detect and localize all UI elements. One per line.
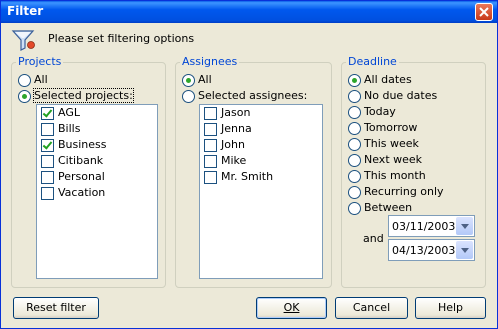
filter-dialog: Filter Please set filtering options Proj… — [0, 0, 498, 329]
radio-label: Tomorrow — [364, 121, 418, 134]
radio-button[interactable] — [182, 74, 195, 87]
radio-label: All — [34, 73, 48, 86]
radio-label: No due dates — [364, 89, 438, 102]
chevron-down-icon[interactable] — [456, 217, 473, 235]
radio-label: Between — [364, 201, 413, 214]
radio-button[interactable] — [348, 122, 361, 135]
projects-legend: Projects — [16, 55, 64, 68]
radio-label: Next week — [364, 153, 423, 166]
deadline-legend: Deadline — [346, 55, 399, 68]
radio-label: Selected projects: — [33, 88, 134, 103]
window-title: Filter — [7, 4, 44, 18]
checkbox[interactable] — [41, 187, 54, 200]
radio-label: All — [198, 73, 212, 86]
checkbox[interactable] — [204, 171, 217, 184]
radio-label: Selected assignees: — [198, 89, 308, 102]
from-date-picker[interactable]: 03/11/2003 — [388, 215, 475, 237]
reset-filter-button[interactable]: Reset filter — [13, 297, 99, 319]
radio-button[interactable] — [182, 90, 195, 103]
item-label: AGL — [58, 106, 80, 119]
item-label: John — [221, 138, 245, 151]
assignees-legend: Assignees — [180, 55, 240, 68]
radio-label: Recurring only — [364, 185, 444, 198]
item-label: Personal — [58, 170, 105, 183]
checkbox[interactable] — [41, 171, 54, 184]
assignees-list[interactable]: Jason Jenna John Mike Mr. Smith — [199, 104, 323, 279]
close-button[interactable] — [475, 3, 493, 21]
radio-button[interactable] — [348, 90, 361, 103]
from-date-value: 03/11/2003 — [392, 220, 456, 233]
radio-button[interactable] — [348, 170, 361, 183]
item-label: Bills — [58, 122, 81, 135]
and-label: and — [363, 232, 384, 245]
ok-label: OK — [283, 301, 300, 314]
item-label: Mike — [221, 154, 247, 167]
projects-list[interactable]: AGL Bills Business Citibank Personal Vac… — [36, 104, 158, 279]
item-label: Citibank — [58, 154, 104, 167]
item-label: Mr. Smith — [221, 170, 274, 183]
item-label: Jason — [221, 106, 251, 119]
cancel-button[interactable]: Cancel — [335, 297, 408, 319]
checkbox[interactable] — [204, 123, 217, 136]
radio-label: All dates — [364, 73, 412, 86]
checkbox[interactable] — [41, 139, 54, 152]
item-label: Jenna — [221, 122, 252, 135]
close-icon — [479, 7, 489, 17]
radio-button[interactable] — [18, 74, 31, 87]
checkbox[interactable] — [41, 155, 54, 168]
checkbox[interactable] — [204, 155, 217, 168]
checkbox[interactable] — [41, 123, 54, 136]
checkbox[interactable] — [204, 139, 217, 152]
ok-button[interactable]: OK — [256, 297, 327, 319]
radio-button[interactable] — [348, 186, 361, 199]
radio-label: Today — [364, 105, 396, 118]
radio-button[interactable] — [348, 154, 361, 167]
radio-button[interactable] — [348, 138, 361, 151]
header-text: Please set filtering options — [48, 32, 195, 45]
radio-button[interactable] — [18, 90, 31, 103]
item-label: Business — [58, 138, 107, 151]
help-button[interactable]: Help — [415, 297, 486, 319]
to-date-value: 04/13/2003 — [392, 244, 456, 257]
radio-button[interactable] — [348, 106, 361, 119]
title-bar[interactable]: Filter — [1, 1, 497, 23]
radio-label: This month — [364, 169, 426, 182]
radio-button[interactable] — [348, 74, 361, 87]
checkbox[interactable] — [204, 107, 217, 120]
radio-label: This week — [364, 137, 419, 150]
chevron-down-icon[interactable] — [456, 241, 473, 259]
to-date-picker[interactable]: 04/13/2003 — [388, 239, 475, 261]
checkbox[interactable] — [41, 107, 54, 120]
item-label: Vacation — [58, 186, 106, 199]
radio-button[interactable] — [348, 202, 361, 215]
funnel-icon — [11, 28, 37, 55]
